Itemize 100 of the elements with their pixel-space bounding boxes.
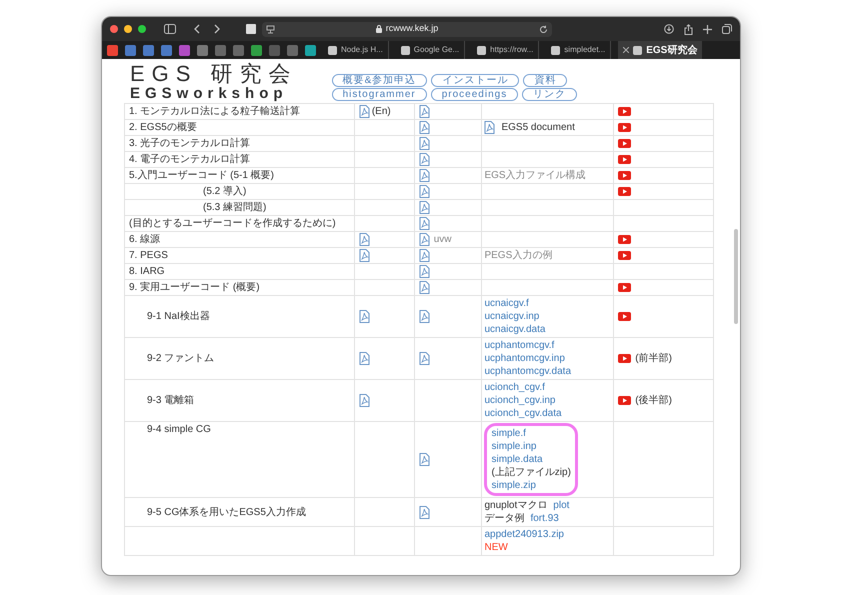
- bookmark-favicon-icon[interactable]: [215, 44, 226, 56]
- pdf-icon[interactable]: [484, 121, 496, 134]
- bookmark-favicon-icon[interactable]: [161, 44, 172, 56]
- file-link[interactable]: ucnaicgv.data: [484, 323, 546, 336]
- lecture-title: 3. 光子のモンテカルロ計算: [128, 137, 252, 150]
- pdf-icon[interactable]: [418, 169, 430, 182]
- browser-tab[interactable]: Node.js H...: [323, 41, 389, 59]
- nav-link[interactable]: インストール: [431, 74, 520, 87]
- bookmark-favicon-icon[interactable]: [125, 44, 136, 56]
- reload-icon[interactable]: [539, 24, 548, 34]
- pdf-icon[interactable]: [358, 105, 370, 118]
- cell-text: (上記ファイルzip): [491, 466, 571, 479]
- cell-note: EGS入力ファイル構成: [484, 169, 586, 182]
- file-link[interactable]: fort.93: [530, 512, 559, 525]
- nav-link[interactable]: histogrammer: [332, 88, 427, 101]
- tab-overview-icon[interactable]: [722, 24, 732, 34]
- new-tab-icon[interactable]: [703, 24, 712, 34]
- file-link[interactable]: ucnaicgv.inp: [484, 310, 540, 323]
- video-play-icon[interactable]: [618, 187, 632, 196]
- pdf-icon[interactable]: [418, 201, 430, 214]
- minimize-window-icon[interactable]: [124, 25, 132, 33]
- video-play-icon[interactable]: [618, 251, 632, 260]
- lecture-title: 8. IARG: [128, 265, 166, 278]
- bookmark-favicon-icon[interactable]: [143, 44, 154, 56]
- pdf-icon[interactable]: [418, 233, 430, 246]
- video-play-icon[interactable]: [618, 107, 632, 116]
- nav-link[interactable]: 概要&参加申込: [332, 74, 428, 87]
- nav-link[interactable]: 資料: [523, 74, 568, 87]
- file-link[interactable]: ucphantomcgv.f: [484, 339, 554, 352]
- pdf-icon[interactable]: [418, 105, 430, 118]
- pdf-icon[interactable]: [418, 281, 430, 294]
- pdf-icon[interactable]: [418, 249, 430, 262]
- file-link[interactable]: ucionch_cgv.data: [484, 407, 562, 420]
- pdf-icon[interactable]: [358, 352, 370, 365]
- video-play-icon[interactable]: [618, 171, 632, 180]
- video-play-icon[interactable]: [618, 283, 632, 292]
- file-link[interactable]: simple.f: [491, 427, 526, 440]
- cell-text: EGS5 document: [501, 121, 575, 134]
- file-link[interactable]: plot: [553, 499, 570, 512]
- file-link[interactable]: ucionch_cgv.f: [484, 381, 545, 394]
- browser-tab[interactable]: simpledet...: [546, 41, 612, 59]
- video-play-icon[interactable]: [618, 235, 632, 244]
- pdf-icon[interactable]: [418, 310, 430, 323]
- browser-tab[interactable]: EGS研究会: [618, 41, 702, 59]
- file-link[interactable]: simple.data: [491, 453, 543, 466]
- browser-tab[interactable]: Google Ge...: [396, 41, 466, 59]
- maximize-window-icon[interactable]: [138, 25, 146, 33]
- file-link[interactable]: appdet240913.zip: [484, 528, 564, 541]
- bookmark-favicon-icon[interactable]: [287, 44, 298, 56]
- bookmark-favicon-icon[interactable]: [269, 44, 280, 56]
- video-play-icon[interactable]: [618, 396, 632, 405]
- bookmark-favicon-icon[interactable]: [233, 44, 244, 56]
- download-icon[interactable]: [664, 24, 674, 34]
- file-link[interactable]: simple.zip: [491, 479, 536, 492]
- lecture-title: 7. PEGS: [128, 249, 169, 262]
- file-link[interactable]: ucionch_cgv.inp: [484, 394, 556, 407]
- file-link[interactable]: ucphantomcgv.data: [484, 365, 572, 378]
- video-play-icon[interactable]: [618, 312, 632, 321]
- share-icon[interactable]: [684, 24, 693, 34]
- back-icon[interactable]: [194, 24, 200, 34]
- bookmark-favicon-icon[interactable]: [197, 44, 208, 56]
- pdf-icon[interactable]: [418, 453, 430, 466]
- pdf-icon[interactable]: [358, 394, 370, 407]
- pdf-icon[interactable]: [418, 153, 430, 166]
- nav-link[interactable]: リンク: [522, 88, 578, 101]
- bookmark-favicon-icon[interactable]: [179, 44, 190, 56]
- pdf-icon[interactable]: [418, 217, 430, 230]
- pdf-icon[interactable]: [358, 233, 370, 246]
- page-favicon-icon: [246, 24, 256, 34]
- lecture-title: 4. 電子のモンテカルロ計算: [128, 153, 252, 166]
- nav-link[interactable]: proceedings: [430, 88, 518, 101]
- lecture-title: 1. モンテカルロ法による粒子輸送計算: [128, 105, 302, 118]
- file-link[interactable]: ucnaicgv.f: [484, 297, 529, 310]
- pdf-icon[interactable]: [358, 310, 370, 323]
- pdf-icon[interactable]: [418, 506, 430, 518]
- forward-icon[interactable]: [214, 24, 220, 34]
- pdf-icon[interactable]: [418, 121, 430, 134]
- video-play-icon[interactable]: [618, 123, 632, 132]
- file-link[interactable]: simple.inp: [491, 440, 536, 453]
- bookmark-favicon-icon[interactable]: [107, 44, 118, 56]
- video-play-icon[interactable]: [618, 354, 632, 363]
- scrollbar-thumb[interactable]: [734, 229, 738, 324]
- video-play-icon[interactable]: [618, 139, 632, 148]
- pdf-icon[interactable]: [358, 249, 370, 262]
- file-link[interactable]: ucphantomcgv.inp: [484, 352, 565, 365]
- bookmark-favicon-icon[interactable]: [251, 44, 262, 56]
- tab-favicon-icon: [328, 46, 337, 54]
- sidebar-icon[interactable]: [164, 24, 176, 34]
- pdf-icon[interactable]: [418, 185, 430, 198]
- video-play-icon[interactable]: [618, 155, 632, 164]
- lecture-title: 5.入門ユーザーコード (5-1 概要): [128, 169, 276, 182]
- close-window-icon[interactable]: [110, 25, 118, 33]
- close-tab-icon[interactable]: [623, 47, 630, 53]
- pdf-icon[interactable]: [418, 352, 430, 365]
- url-text: rcwww.kek.jp: [386, 22, 438, 36]
- bookmark-favicon-icon[interactable]: [305, 44, 316, 56]
- address-bar[interactable]: rcwww.kek.jp: [262, 22, 552, 36]
- pdf-icon[interactable]: [418, 137, 430, 150]
- browser-tab[interactable]: https://row...: [472, 41, 540, 59]
- pdf-icon[interactable]: [418, 265, 430, 278]
